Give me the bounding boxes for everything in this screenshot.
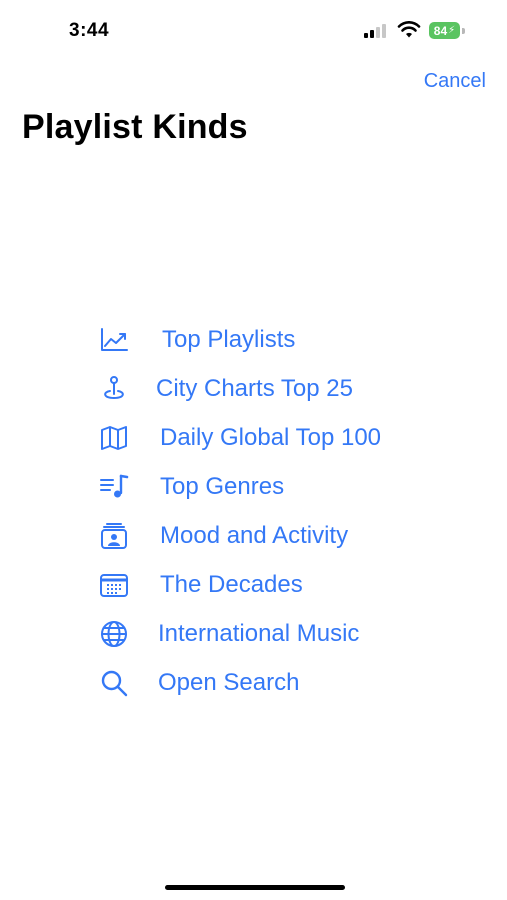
page-title: Playlist Kinds xyxy=(22,108,248,146)
menu-label: The Decades xyxy=(160,571,303,598)
battery-icon: 84 ⚡ xyxy=(429,22,467,40)
location-pin-icon xyxy=(99,374,129,404)
battery-level: 84 ⚡ xyxy=(429,22,460,39)
menu-item-international[interactable]: International Music xyxy=(99,614,359,654)
status-time: 3:44 xyxy=(69,20,110,41)
map-icon xyxy=(99,423,129,453)
status-bar: 3:44 84 ⚡ xyxy=(0,0,507,60)
music-list-icon xyxy=(99,472,129,502)
home-indicator[interactable] xyxy=(165,885,345,890)
menu-item-decades[interactable]: The Decades xyxy=(99,565,303,605)
battery-percent: 84 xyxy=(433,23,448,38)
chart-line-icon xyxy=(99,325,129,355)
menu-item-open-search[interactable]: Open Search xyxy=(99,663,299,703)
menu-label: Mood and Activity xyxy=(160,522,349,549)
menu-label: City Charts Top 25 xyxy=(156,375,353,402)
menu-label: Top Playlists xyxy=(162,326,296,353)
wifi-icon xyxy=(397,21,421,38)
menu-item-mood-activity[interactable]: Mood and Activity xyxy=(99,516,348,556)
person-rectangle-stack-icon xyxy=(99,521,129,551)
calendar-icon xyxy=(99,570,129,600)
globe-icon xyxy=(99,619,129,649)
menu-label: Daily Global Top 100 xyxy=(160,424,382,451)
cellular-signal-icon xyxy=(364,24,386,38)
menu-item-city-charts[interactable]: City Charts Top 25 xyxy=(99,369,353,409)
menu-label: Open Search xyxy=(158,669,300,696)
cancel-button[interactable]: Cancel xyxy=(424,70,486,93)
menu-label: Top Genres xyxy=(160,473,285,500)
menu-label: International Music xyxy=(158,620,360,647)
menu-item-top-playlists[interactable]: Top Playlists xyxy=(99,320,295,360)
charging-bolt-icon: ⚡ xyxy=(448,25,456,36)
menu-item-top-genres[interactable]: Top Genres xyxy=(99,467,284,507)
menu-item-daily-global[interactable]: Daily Global Top 100 xyxy=(99,418,381,458)
search-icon xyxy=(99,668,129,698)
